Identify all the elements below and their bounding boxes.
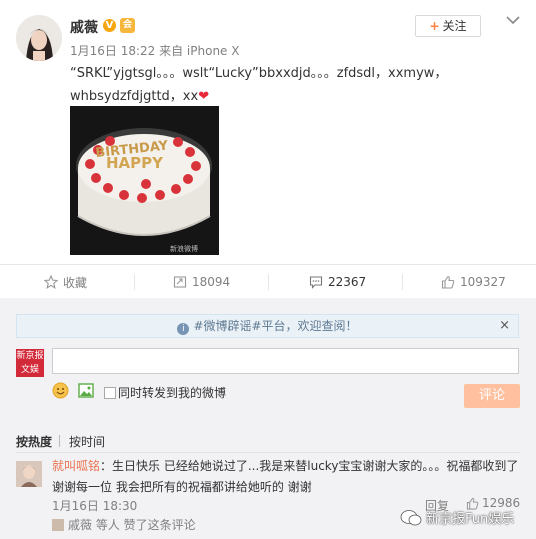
post-text: “SRKL”yjgtsgl。。。wslt“Lucky”bbxxdjd。。。zfd…: [70, 62, 520, 108]
post-meta: 1月16日 18:22 来自 iPhone X: [70, 44, 240, 58]
author-avatar[interactable]: [16, 15, 62, 61]
comment-input[interactable]: [52, 348, 519, 374]
sort-by-time-tab[interactable]: 按时间: [69, 433, 105, 450]
close-icon[interactable]: ×: [499, 315, 510, 337]
repost-icon: [173, 276, 187, 288]
heart-icon: ❤: [198, 89, 210, 104]
info-icon: i: [177, 323, 190, 335]
divider: [59, 435, 60, 447]
favorite-label: 收藏: [63, 275, 88, 290]
repost-button[interactable]: 18094: [173, 273, 230, 291]
repost-checkbox-label: 同时转发到我的微博: [118, 386, 227, 400]
commenter-avatar[interactable]: [16, 461, 42, 487]
watermark-text: 新京报Fun娱乐: [426, 512, 515, 527]
comment-liked-by[interactable]: 戚薇 等人 赞了这条评论: [52, 516, 196, 533]
comment-count: 22367: [328, 275, 367, 289]
author-name[interactable]: 戚薇: [70, 17, 98, 37]
comment-icon: [309, 276, 323, 289]
liked-by-text: 戚薇 等人 赞了这条评论: [68, 518, 196, 532]
source-watermark: 新京报Fun娱乐: [400, 508, 514, 527]
emoji-icon[interactable]: [52, 382, 69, 399]
comment-time: 1月16日 18:30: [52, 499, 138, 513]
divider: [134, 274, 135, 290]
repost-checkbox[interactable]: [104, 387, 116, 399]
current-user-avatar: 新京报 文娱: [16, 349, 44, 377]
photo-watermark: 新浪微博: [170, 245, 198, 253]
favorite-button[interactable]: 收藏: [44, 273, 87, 291]
sort-by-hot-tab[interactable]: 按热度: [16, 433, 52, 450]
cake-topper-text: HAPPY: [106, 154, 164, 172]
liker-avatar: [52, 519, 64, 531]
comment-text: ：生日快乐 已经给她说过了...我是来替lucky宝宝谢谢大家的。。。祝福都收到…: [52, 459, 519, 494]
like-button[interactable]: 109327: [441, 273, 506, 291]
post-text-line1: “SRKL”yjgtsgl。。。wslt“Lucky”bbxxdjd。。。zfd…: [70, 66, 448, 81]
comment-body: 就叫呱铭：生日快乐 已经给她说过了...我是来替lucky宝宝谢谢大家的。。。祝…: [52, 456, 520, 498]
verified-icon: V: [103, 19, 116, 32]
vip-icon: 会: [120, 18, 135, 33]
follow-button[interactable]: + 关注: [415, 15, 481, 37]
image-icon[interactable]: [78, 383, 94, 398]
like-count: 109327: [460, 275, 506, 289]
plus-icon: +: [429, 19, 440, 33]
post-text-line2: whbsydzfdjgttd，xx: [70, 89, 199, 104]
thumbs-up-icon: [441, 275, 455, 289]
repost-count: 18094: [192, 275, 231, 289]
follow-label: 关注: [442, 19, 467, 33]
submit-comment-button[interactable]: 评论: [464, 384, 520, 408]
chevron-down-icon[interactable]: [505, 14, 521, 26]
action-bar: 收藏 18094 22367 109327: [0, 264, 536, 299]
rumor-notice[interactable]: i #微博辟谣#平台，欢迎查阅！ ×: [16, 314, 519, 338]
notice-text: #微博辟谣#平台，欢迎查阅！: [193, 319, 358, 333]
divider: [268, 274, 269, 290]
star-icon: [44, 275, 58, 289]
post-photo-cake[interactable]: BIRTHDAY HAPPY 新浪微博: [70, 106, 219, 255]
comment-button[interactable]: 22367: [309, 273, 366, 291]
commenter-name[interactable]: 就叫呱铭: [52, 459, 100, 473]
divider: [16, 452, 520, 453]
divider: [402, 274, 403, 290]
wechat-icon: [400, 509, 422, 525]
